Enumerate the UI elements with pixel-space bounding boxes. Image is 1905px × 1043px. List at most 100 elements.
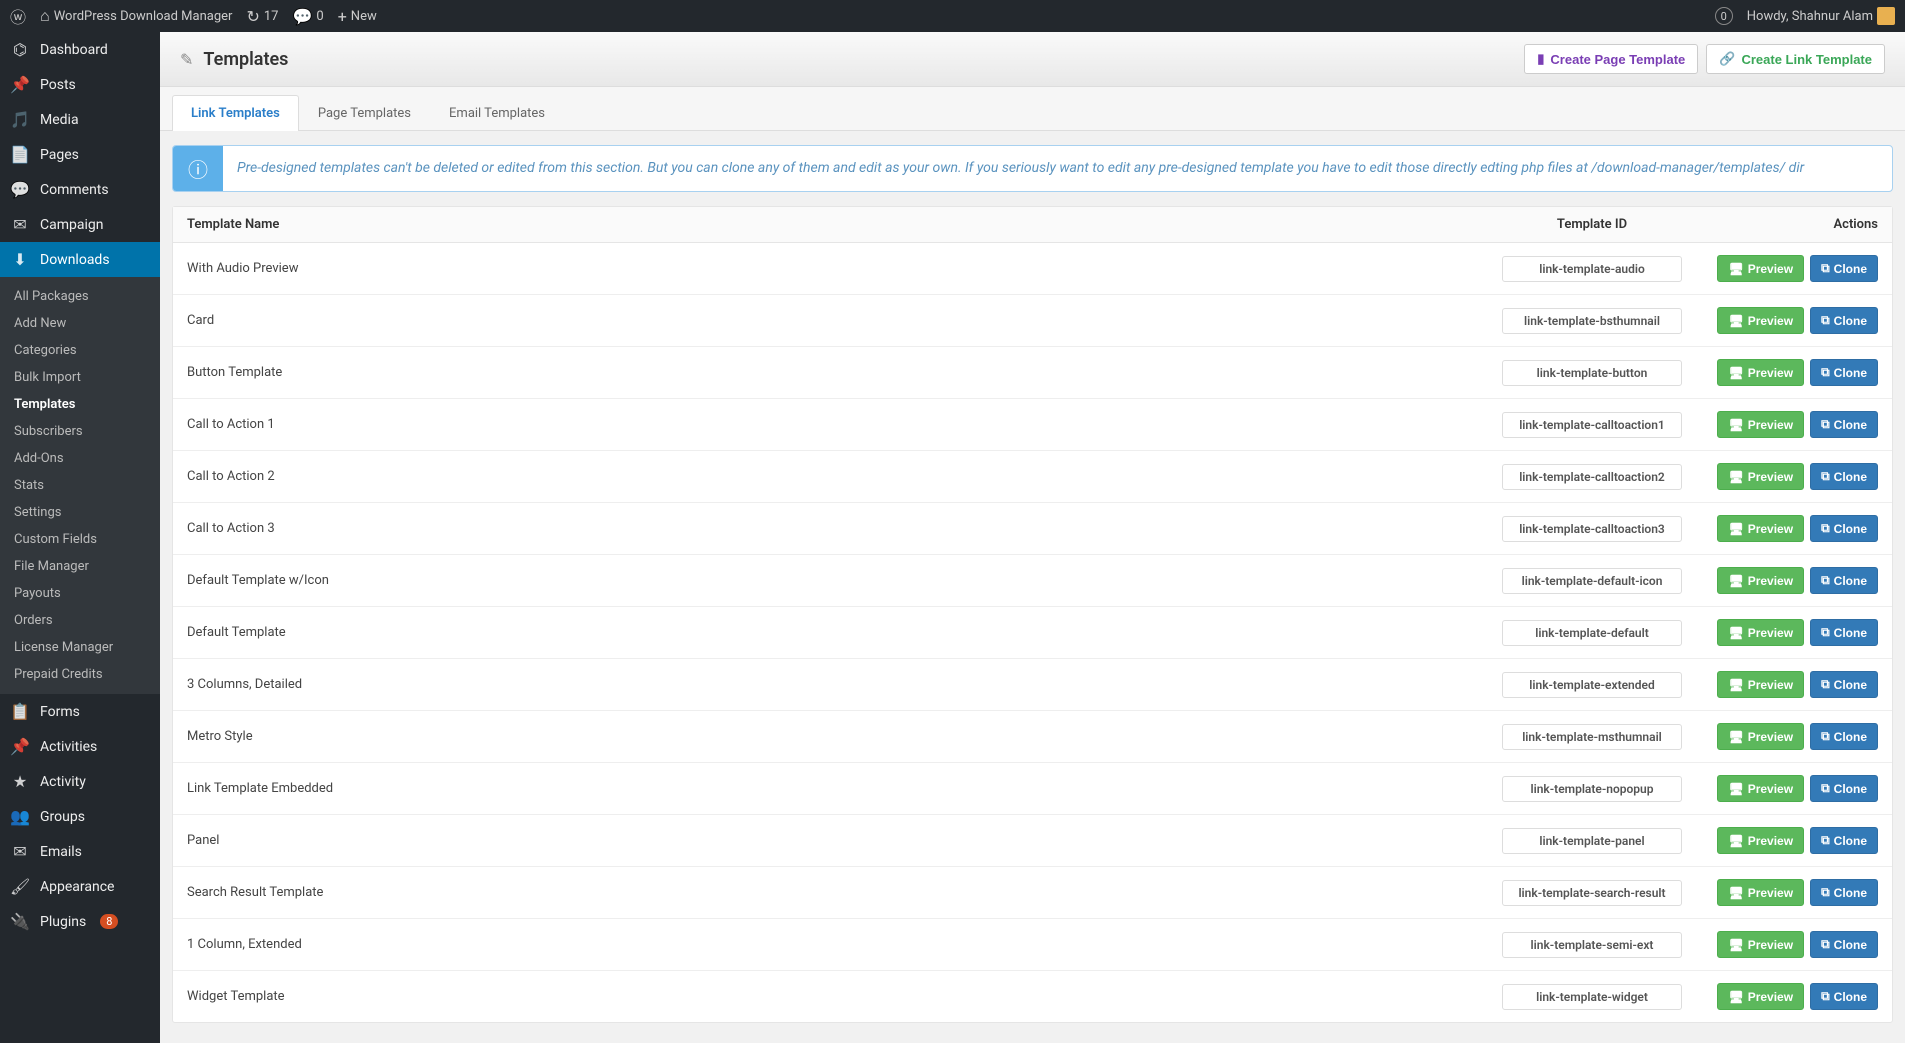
template-id-cell: link-template-button — [1452, 356, 1732, 390]
tab-email-templates[interactable]: Email Templates — [430, 95, 564, 131]
sidebar-item-comments[interactable]: 💬Comments — [0, 172, 160, 207]
sidebar-item-pages[interactable]: 📄Pages — [0, 137, 160, 172]
sidebar-sub-orders[interactable]: Orders — [0, 607, 160, 634]
col-actions: Actions — [1732, 207, 1892, 242]
template-name: Widget Template — [173, 985, 1452, 1008]
clone-button[interactable]: ⧉Clone — [1810, 827, 1878, 854]
notif-badge[interactable]: 0 — [1715, 7, 1733, 25]
template-id[interactable]: link-template-default-icon — [1502, 568, 1682, 594]
sidebar-item-forms[interactable]: 📋Forms — [0, 694, 160, 729]
preview-button[interactable]: 🖥Preview — [1717, 567, 1804, 594]
create-page-template-button[interactable]: ▮Create Page Template — [1524, 44, 1698, 74]
preview-button[interactable]: 🖥Preview — [1717, 255, 1804, 282]
template-id[interactable]: link-template-panel — [1502, 828, 1682, 854]
clone-button[interactable]: ⧉Clone — [1810, 515, 1878, 542]
clone-button[interactable]: ⧉Clone — [1810, 931, 1878, 958]
site-home-link[interactable]: ⌂WordPress Download Manager — [40, 6, 232, 26]
template-id[interactable]: link-template-calltoaction1 — [1502, 412, 1682, 438]
sidebar-sub-license-manager[interactable]: License Manager — [0, 634, 160, 661]
template-id[interactable]: link-template-extended — [1502, 672, 1682, 698]
sidebar-item-groups[interactable]: 👥Groups — [0, 799, 160, 834]
sidebar-sub-add-new[interactable]: Add New — [0, 310, 160, 337]
template-id[interactable]: link-template-calltoaction3 — [1502, 516, 1682, 542]
preview-button[interactable]: 🖥Preview — [1717, 879, 1804, 906]
template-id[interactable]: link-template-audio — [1502, 256, 1682, 282]
sidebar-sub-add-ons[interactable]: Add-Ons — [0, 445, 160, 472]
sidebar-sub-templates[interactable]: Templates — [0, 391, 160, 418]
sidebar-sub-bulk-import[interactable]: Bulk Import — [0, 364, 160, 391]
sidebar-sub-file-manager[interactable]: File Manager — [0, 553, 160, 580]
template-id[interactable]: link-template-default — [1502, 620, 1682, 646]
template-id[interactable]: link-template-button — [1502, 360, 1682, 386]
template-id[interactable]: link-template-calltoaction2 — [1502, 464, 1682, 490]
updates-link[interactable]: ↻17 — [246, 7, 278, 26]
wp-logo-icon[interactable]: ⓦ — [10, 4, 26, 28]
preview-button[interactable]: 🖥Preview — [1717, 827, 1804, 854]
user-menu[interactable]: Howdy, Shahnur Alam — [1747, 7, 1895, 25]
tab-link-templates[interactable]: Link Templates — [172, 95, 299, 131]
sidebar-sub-custom-fields[interactable]: Custom Fields — [0, 526, 160, 553]
sidebar-sub-all-packages[interactable]: All Packages — [0, 283, 160, 310]
template-id[interactable]: link-template-semi-ext — [1502, 932, 1682, 958]
preview-button[interactable]: 🖥Preview — [1717, 411, 1804, 438]
template-id[interactable]: link-template-widget — [1502, 984, 1682, 1010]
preview-button[interactable]: 🖥Preview — [1717, 671, 1804, 698]
info-text: Pre-designed templates can't be deleted … — [223, 146, 1818, 191]
sidebar-icon: 📌 — [10, 737, 30, 756]
preview-button[interactable]: 🖥Preview — [1717, 619, 1804, 646]
clone-button[interactable]: ⧉Clone — [1810, 359, 1878, 386]
template-id[interactable]: link-template-nopopup — [1502, 776, 1682, 802]
clone-button[interactable]: ⧉Clone — [1810, 723, 1878, 750]
sidebar-sub-stats[interactable]: Stats — [0, 472, 160, 499]
table-row: Panellink-template-panel🖥Preview⧉Clone — [173, 815, 1892, 867]
clone-button[interactable]: ⧉Clone — [1810, 671, 1878, 698]
template-id[interactable]: link-template-search-result — [1502, 880, 1682, 906]
sidebar-sub-subscribers[interactable]: Subscribers — [0, 418, 160, 445]
template-id[interactable]: link-template-bsthumnail — [1502, 308, 1682, 334]
sidebar-item-appearance[interactable]: 🖌Appearance — [0, 869, 160, 904]
clone-button[interactable]: ⧉Clone — [1810, 567, 1878, 594]
updates-count: 17 — [264, 9, 279, 24]
sidebar-item-emails[interactable]: ✉Emails — [0, 834, 160, 869]
preview-button[interactable]: 🖥Preview — [1717, 775, 1804, 802]
preview-label: Preview — [1748, 886, 1793, 900]
preview-button[interactable]: 🖥Preview — [1717, 931, 1804, 958]
create-link-template-button[interactable]: 🔗Create Link Template — [1706, 44, 1885, 74]
sidebar-sub-settings[interactable]: Settings — [0, 499, 160, 526]
preview-button[interactable]: 🖥Preview — [1717, 359, 1804, 386]
preview-label: Preview — [1748, 782, 1793, 796]
clone-button[interactable]: ⧉Clone — [1810, 775, 1878, 802]
preview-button[interactable]: 🖥Preview — [1717, 515, 1804, 542]
preview-button[interactable]: 🖥Preview — [1717, 723, 1804, 750]
sidebar-item-media[interactable]: 🎵Media — [0, 102, 160, 137]
clone-button[interactable]: ⧉Clone — [1810, 255, 1878, 282]
clone-button[interactable]: ⧉Clone — [1810, 411, 1878, 438]
preview-button[interactable]: 🖥Preview — [1717, 983, 1804, 1010]
sidebar-sub-categories[interactable]: Categories — [0, 337, 160, 364]
sidebar-item-label: Posts — [40, 77, 76, 93]
tab-page-templates[interactable]: Page Templates — [299, 95, 430, 131]
template-id[interactable]: link-template-msthumnail — [1502, 724, 1682, 750]
sidebar-item-plugins[interactable]: 🔌Plugins8 — [0, 904, 160, 939]
sidebar-item-activity[interactable]: ★Activity — [0, 764, 160, 799]
sidebar-item-activities[interactable]: 📌Activities — [0, 729, 160, 764]
comment-icon: 💬 — [292, 7, 312, 26]
clone-button[interactable]: ⧉Clone — [1810, 463, 1878, 490]
howdy-text: Howdy, Shahnur Alam — [1747, 9, 1873, 24]
sidebar-sub-prepaid-credits[interactable]: Prepaid Credits — [0, 661, 160, 688]
sidebar-item-dashboard[interactable]: ⌬Dashboard — [0, 32, 160, 67]
clone-button[interactable]: ⧉Clone — [1810, 983, 1878, 1010]
clone-button[interactable]: ⧉Clone — [1810, 307, 1878, 334]
preview-button[interactable]: 🖥Preview — [1717, 463, 1804, 490]
sidebar-item-downloads[interactable]: ⬇Downloads — [0, 242, 160, 277]
copy-icon: ⧉ — [1821, 677, 1830, 692]
clone-button[interactable]: ⧉Clone — [1810, 879, 1878, 906]
sidebar-sub-payouts[interactable]: Payouts — [0, 580, 160, 607]
sidebar-item-posts[interactable]: 📌Posts — [0, 67, 160, 102]
clone-label: Clone — [1834, 366, 1867, 380]
clone-button[interactable]: ⧉Clone — [1810, 619, 1878, 646]
sidebar-item-campaign[interactable]: ✉Campaign — [0, 207, 160, 242]
comments-link[interactable]: 💬0 — [292, 7, 323, 26]
preview-button[interactable]: 🖥Preview — [1717, 307, 1804, 334]
new-link[interactable]: +New — [338, 7, 377, 26]
